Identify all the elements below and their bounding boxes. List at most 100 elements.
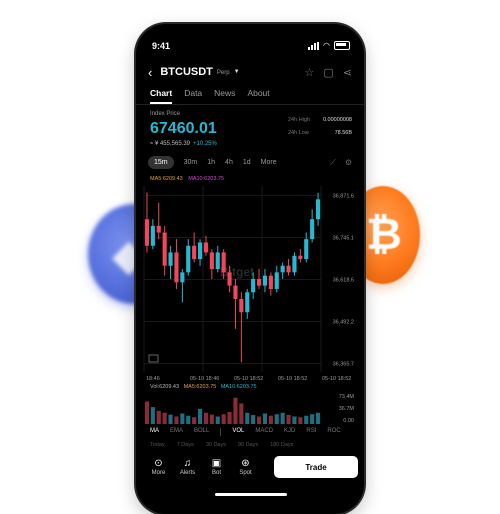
candle-body	[215, 252, 220, 270]
candle-body	[298, 255, 303, 260]
volume-bar	[150, 407, 155, 424]
indicator-bar: MA EMA BOLL VOL MACD KJD RSI ROC	[150, 428, 341, 436]
volume-bar	[286, 415, 291, 424]
candle-body	[286, 265, 291, 273]
volume-bar	[245, 412, 250, 424]
y-tick-label: 36,871.6	[333, 193, 354, 199]
volume-bar	[298, 417, 303, 424]
candle-body	[268, 275, 273, 289]
candlestick-chart[interactable]: Bitget 36,871.636,745.136,618.636,492.23…	[136, 24, 364, 464]
candle-body	[292, 255, 297, 273]
volume-bar	[192, 417, 197, 424]
y-tick-label: 36,365.7	[333, 361, 354, 367]
candle-body	[251, 279, 256, 293]
candle-body	[274, 272, 279, 289]
volume-bar	[256, 416, 262, 424]
indicator-boll[interactable]: BOLL	[194, 428, 209, 436]
volume-bar	[262, 413, 268, 424]
bell-icon: ♫	[183, 458, 192, 469]
fullscreen-icon[interactable]	[148, 354, 159, 363]
bot-icon: ▣	[211, 458, 222, 469]
y-tick-label: 36,745.1	[333, 235, 354, 241]
bottom-bar: ⊙ More ♫ Alerts ▣ Bot ⊛ Spot Trade	[136, 452, 364, 482]
candle-body	[156, 225, 161, 233]
vol-ma10-label: MA10:6203.75	[220, 384, 257, 390]
more-label: More	[151, 470, 166, 476]
indicator-rsi[interactable]: RSI	[306, 428, 316, 436]
indicator-kjd[interactable]: KJD	[284, 428, 295, 436]
volume-bar	[274, 414, 279, 424]
candle-body	[162, 232, 167, 266]
candle-body	[209, 252, 214, 270]
indicator-vol[interactable]: VOL	[232, 428, 244, 436]
volume-bar	[209, 414, 214, 424]
bot-button[interactable]: ▣ Bot	[202, 458, 231, 476]
x-tick-label: 05-10 18:46	[190, 376, 219, 382]
spot-button[interactable]: ⊛ Spot	[231, 458, 260, 476]
x-tick-label: 05-10 18:52	[322, 376, 351, 382]
candle-body	[192, 245, 197, 260]
volume-bar	[144, 401, 150, 424]
candle-body	[227, 272, 232, 286]
y-tick-label: 36,492.2	[333, 319, 354, 325]
candle-body	[221, 252, 226, 273]
candle-body	[304, 239, 309, 260]
volume-bar	[174, 416, 179, 424]
range-today[interactable]: Today	[150, 442, 165, 448]
volume-bar	[227, 412, 232, 424]
more-button[interactable]: ⊙ More	[144, 458, 173, 476]
volume-bar	[186, 415, 191, 424]
x-tick-label: 05-10 18:52	[234, 376, 263, 382]
home-indicator	[215, 493, 287, 496]
candle-body	[310, 219, 315, 240]
volume-bar	[239, 403, 244, 424]
phone-screen: 9:41 ◠ ‹ BTCUSDT Perp ▼ ☆ ▢ ⋖ Chart Data…	[136, 24, 364, 514]
candle-body	[197, 242, 203, 260]
volume-bar	[304, 415, 309, 424]
volume-bar	[310, 414, 315, 424]
volume-bar	[315, 412, 321, 424]
candle-body	[245, 292, 250, 313]
volume-bar	[221, 414, 226, 424]
indicator-roc[interactable]: ROC	[327, 428, 340, 436]
candle-body	[168, 252, 173, 266]
candle-body	[233, 285, 238, 299]
volume-bar	[180, 413, 185, 424]
volume-y-tick: 36.7M	[339, 406, 355, 412]
volume-legend: Vol:6209.43 MA5:6203.75 MA10:6203.75	[150, 384, 257, 390]
trade-button[interactable]: Trade	[274, 456, 358, 478]
range-90d[interactable]: 90 Days	[238, 442, 258, 448]
volume-bar	[168, 414, 173, 424]
x-tick-label: 18:46	[146, 376, 160, 382]
candle-body	[256, 279, 262, 286]
range-7d[interactable]: 7 Days	[177, 442, 194, 448]
indicator-ema[interactable]: EMA	[170, 428, 183, 436]
indicator-macd[interactable]: MACD	[255, 428, 273, 436]
range-30d[interactable]: 30 Days	[206, 442, 226, 448]
alerts-button[interactable]: ♫ Alerts	[173, 458, 202, 476]
volume-y-tick: 0.00	[343, 418, 354, 424]
range-180d[interactable]: 180 Days	[270, 442, 293, 448]
candle-body	[174, 252, 179, 283]
spot-label: Spot	[239, 470, 252, 476]
volume-bar	[280, 412, 285, 424]
volume-bar	[233, 397, 238, 424]
volume-bar	[197, 409, 203, 424]
candle-body	[203, 242, 209, 253]
vol-label: Vol:6209.43	[150, 384, 180, 390]
y-tick-label: 36,618.6	[333, 277, 354, 283]
volume-bar	[292, 416, 297, 424]
spot-icon: ⊛	[241, 458, 250, 469]
volume-bar	[215, 416, 220, 424]
range-bar: Today 7 Days 30 Days 90 Days 180 Days	[150, 442, 293, 448]
volume-y-tick: 73.4M	[339, 394, 355, 400]
indicator-separator	[220, 428, 222, 436]
volume-bar	[203, 412, 209, 424]
indicator-ma[interactable]: MA	[150, 428, 159, 436]
candle-body	[186, 245, 191, 273]
candle-body	[150, 225, 155, 246]
candle-body	[262, 275, 268, 286]
more-icon: ⊙	[154, 458, 163, 469]
x-tick-label: 05-10 18:52	[278, 376, 307, 382]
candle-body	[239, 298, 244, 313]
